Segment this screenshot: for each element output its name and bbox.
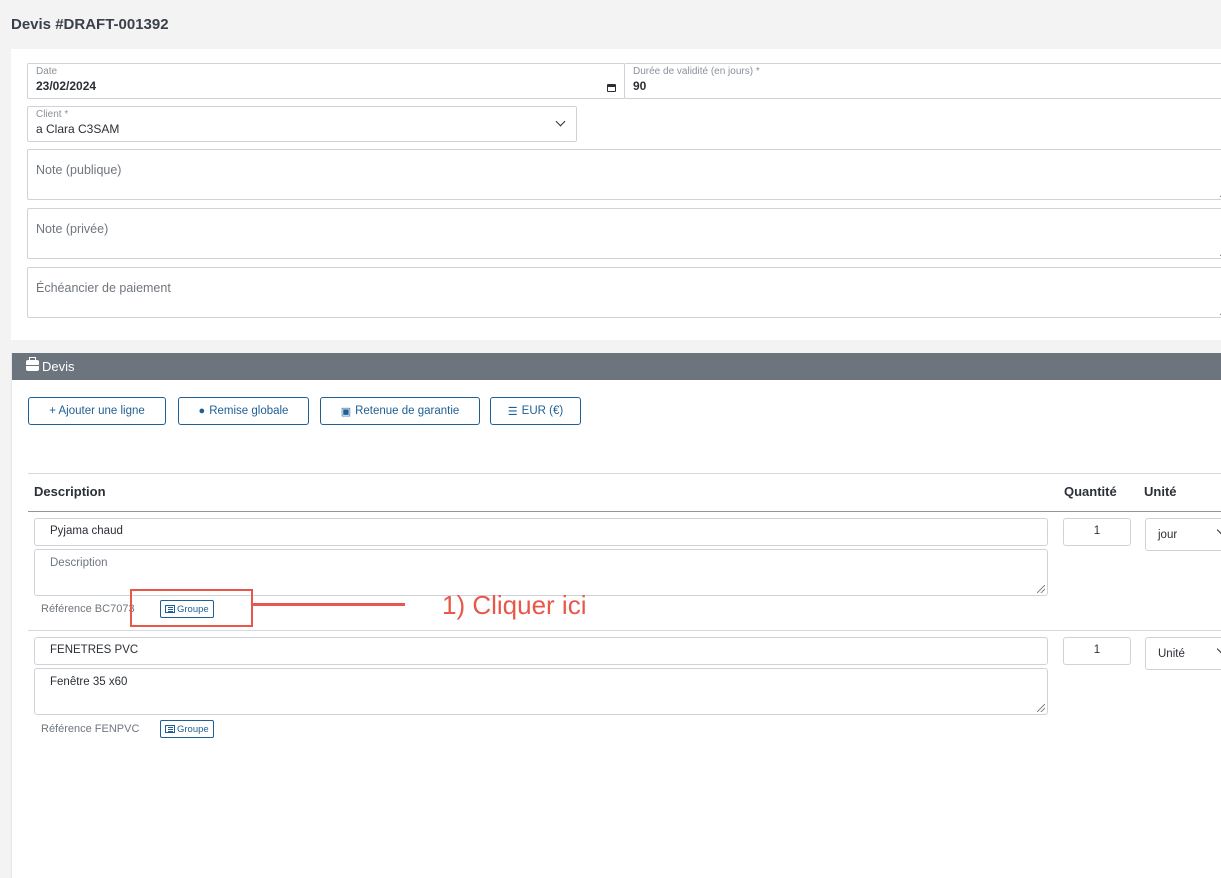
retention-label: Retenue de garantie	[355, 405, 460, 417]
currency-label: EUR (€)	[521, 405, 564, 417]
validity-value: 90	[633, 79, 647, 93]
date-field[interactable]: Date 23/02/2024	[27, 63, 625, 99]
currency-button[interactable]: ☰ EUR (€)	[490, 397, 581, 425]
line-reference: Référence FENPVC	[41, 723, 140, 735]
section-title: Devis	[42, 359, 75, 374]
coins-icon: ☰	[507, 405, 518, 418]
quantity-value: 1	[1093, 525, 1101, 537]
row-divider	[28, 630, 1221, 631]
note-private-textarea[interactable]: Note (privée)	[27, 208, 1221, 259]
unit-header: Unité	[1144, 484, 1177, 499]
line-title-input[interactable]: FENETRES PVC	[34, 637, 1048, 665]
money-icon: ▣	[340, 405, 352, 418]
validity-field[interactable]: Durée de validité (en jours) * 90	[624, 63, 1221, 99]
tag-icon: ●	[198, 405, 206, 417]
quantity-input[interactable]: 1	[1063, 637, 1131, 665]
table-top-divider	[28, 473, 1221, 474]
header-divider	[28, 511, 1221, 512]
quantity-value: 1	[1093, 644, 1101, 656]
unit-select[interactable]: jour	[1145, 518, 1221, 551]
line-title-value: FENETRES PVC	[50, 644, 139, 656]
list-icon	[165, 725, 175, 733]
unit-value: jour	[1158, 529, 1178, 541]
global-discount-button[interactable]: ● Remise globale	[178, 397, 309, 425]
add-line-button[interactable]: + Ajouter une ligne	[28, 397, 166, 425]
quote-form-card: Date 23/02/2024 Durée de validité (en jo…	[11, 49, 1221, 340]
group-label: Groupe	[177, 723, 209, 735]
quote-section-header: Devis	[11, 353, 1221, 380]
line-title-input[interactable]: Pyjama chaud	[34, 518, 1048, 546]
panel-left-border	[11, 353, 12, 878]
chevron-down-icon	[1216, 525, 1221, 535]
resize-handle-icon[interactable]	[1037, 585, 1045, 593]
group-button[interactable]: Groupe	[160, 720, 214, 738]
global-discount-label: Remise globale	[209, 405, 289, 417]
line-description-value: Fenêtre 35 x60	[50, 676, 128, 688]
line-description-textarea[interactable]: Fenêtre 35 x60	[34, 668, 1048, 715]
quote-lines-panel: + Ajouter une ligne ● Remise globale ▣ R…	[11, 380, 1221, 878]
validity-label: Durée de validité (en jours) *	[633, 66, 760, 77]
unit-value: Unité	[1158, 648, 1185, 660]
client-select[interactable]: Client * a Clara C3SAM	[27, 106, 577, 142]
unit-select[interactable]: Unité	[1145, 637, 1221, 670]
line-description-placeholder: Description	[50, 557, 108, 569]
resize-handle-icon[interactable]	[1037, 704, 1045, 712]
quantity-header: Quantité	[1064, 484, 1117, 499]
description-header: Description	[34, 484, 106, 499]
line-title-value: Pyjama chaud	[50, 525, 123, 537]
annotation-text: 1) Cliquer ici	[442, 590, 587, 620]
client-label: Client *	[36, 109, 69, 120]
annotation-pointer-line	[253, 603, 405, 606]
annotation-highlight-box	[130, 589, 253, 627]
date-label: Date	[36, 66, 58, 77]
payment-schedule-placeholder: Échéancier de paiement	[36, 281, 171, 295]
client-value: a Clara C3SAM	[36, 122, 120, 136]
chevron-down-icon	[1216, 644, 1221, 654]
date-value: 23/02/2024	[36, 79, 97, 93]
note-private-placeholder: Note (privée)	[36, 222, 109, 236]
briefcase-icon	[26, 357, 39, 371]
payment-schedule-textarea[interactable]: Échéancier de paiement	[27, 267, 1221, 318]
note-public-placeholder: Note (publique)	[36, 163, 122, 177]
retention-button[interactable]: ▣ Retenue de garantie	[320, 397, 480, 425]
note-public-textarea[interactable]: Note (publique)	[27, 149, 1221, 200]
add-line-label: + Ajouter une ligne	[49, 405, 145, 417]
quantity-input[interactable]: 1	[1063, 518, 1131, 546]
chevron-down-icon	[555, 116, 566, 127]
line-reference: Référence BC7073	[41, 603, 135, 615]
calendar-icon[interactable]	[607, 84, 616, 92]
page-title: Devis #DRAFT-001392	[11, 16, 169, 33]
